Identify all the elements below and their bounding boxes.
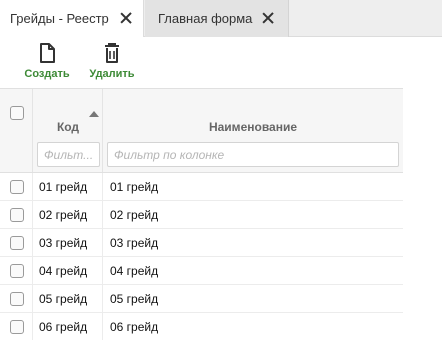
select-column-header bbox=[0, 89, 33, 172]
table-row[interactable]: 05 грейд 05 грейд bbox=[0, 285, 403, 313]
delete-button-label: Удалить bbox=[89, 68, 135, 80]
column-header-code-label: Код bbox=[56, 120, 80, 134]
column-header-code[interactable]: Код bbox=[33, 89, 103, 172]
name-cell: 04 грейд bbox=[110, 264, 159, 278]
row-select-cell bbox=[0, 229, 33, 257]
delete-button[interactable]: Удалить bbox=[86, 42, 138, 80]
table-row[interactable]: 04 грейд 04 грейд bbox=[0, 257, 403, 285]
row-checkbox[interactable] bbox=[10, 236, 24, 250]
name-cell: 06 грейд bbox=[110, 320, 159, 334]
row-checkbox[interactable] bbox=[10, 292, 24, 306]
tab-bar: Грейды - Реестр Главная форма bbox=[0, 0, 442, 37]
close-icon[interactable] bbox=[119, 11, 133, 25]
toolbar: Создать Удалить bbox=[0, 38, 442, 88]
row-select-cell bbox=[0, 313, 33, 340]
name-cell: 03 грейд bbox=[110, 236, 159, 250]
code-cell: 02 грейд bbox=[33, 201, 103, 229]
row-checkbox[interactable] bbox=[10, 208, 24, 222]
row-checkbox[interactable] bbox=[10, 264, 24, 278]
grades-table: Код Наименование 01 грейд 01 грейд 02 гр… bbox=[0, 88, 403, 340]
table-row[interactable]: 06 грейд 06 грейд bbox=[0, 313, 403, 340]
table-body: 01 грейд 01 грейд 02 грейд 02 грейд 03 г… bbox=[0, 173, 403, 340]
name-filter-input[interactable] bbox=[107, 142, 399, 167]
name-cell: 02 грейд bbox=[110, 208, 159, 222]
column-header-name-label: Наименование bbox=[208, 120, 298, 134]
table-header: Код Наименование bbox=[0, 88, 403, 173]
row-checkbox[interactable] bbox=[10, 320, 24, 334]
row-select-cell bbox=[0, 257, 33, 285]
row-checkbox[interactable] bbox=[10, 180, 24, 194]
code-cell: 01 грейд bbox=[33, 173, 103, 201]
tab-label: Главная форма bbox=[158, 11, 253, 26]
code-filter-input[interactable] bbox=[37, 142, 100, 167]
code-cell: 05 грейд bbox=[33, 285, 103, 313]
trash-icon bbox=[105, 43, 119, 63]
row-select-cell bbox=[0, 173, 33, 201]
table-row[interactable]: 01 грейд 01 грейд bbox=[0, 173, 403, 201]
column-header-name[interactable]: Наименование bbox=[103, 89, 403, 172]
close-icon[interactable] bbox=[261, 11, 275, 25]
name-cell: 05 грейд bbox=[110, 292, 159, 306]
create-button[interactable]: Создать bbox=[22, 42, 72, 80]
code-cell: 03 грейд bbox=[33, 229, 103, 257]
row-select-cell bbox=[0, 285, 33, 313]
tab-label: Грейды - Реестр bbox=[10, 11, 109, 26]
code-cell: 06 грейд bbox=[33, 313, 103, 340]
table-row[interactable]: 02 грейд 02 грейд bbox=[0, 201, 403, 229]
create-button-label: Создать bbox=[24, 68, 70, 80]
tab-main-form[interactable]: Главная форма bbox=[145, 0, 289, 37]
sort-ascending-icon[interactable] bbox=[89, 111, 99, 117]
code-cell: 04 грейд bbox=[33, 257, 103, 285]
name-cell: 01 грейд bbox=[110, 180, 159, 194]
file-icon bbox=[40, 43, 55, 63]
select-all-checkbox[interactable] bbox=[10, 106, 24, 120]
tab-grades-registry[interactable]: Грейды - Реестр bbox=[0, 0, 144, 37]
row-select-cell bbox=[0, 201, 33, 229]
table-row[interactable]: 03 грейд 03 грейд bbox=[0, 229, 403, 257]
